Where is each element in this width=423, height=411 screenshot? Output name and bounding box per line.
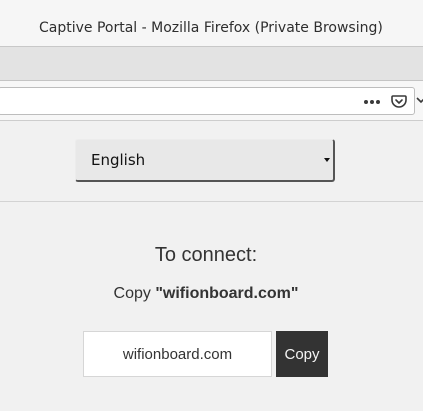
- language-select-value: English: [91, 151, 146, 169]
- captive-portal-page: English To connect: Copy "wifionboard.co…: [0, 121, 423, 411]
- dropdown-arrow-icon: [324, 158, 330, 162]
- pocket-icon[interactable]: [391, 93, 407, 109]
- window-title: Captive Portal - Mozilla Firefox (Privat…: [39, 20, 383, 36]
- url-bar[interactable]: [0, 87, 415, 115]
- domain-field[interactable]: [83, 331, 272, 377]
- overflow-chevron-icon[interactable]: [416, 95, 423, 105]
- copy-instruction-domain: "wifionboard.com": [155, 285, 299, 302]
- connect-heading: To connect:: [154, 244, 258, 266]
- copy-instruction: Copy "wifionboard.com": [0, 285, 412, 303]
- navigation-toolbar: [0, 81, 423, 121]
- page-actions-icon[interactable]: [363, 93, 387, 109]
- window-titlebar: Captive Portal - Mozilla Firefox (Privat…: [0, 0, 423, 47]
- language-bar: English: [0, 121, 423, 202]
- copy-button[interactable]: Copy: [276, 331, 328, 377]
- tab-strip: [0, 47, 423, 81]
- copy-instruction-prefix: Copy: [113, 285, 156, 302]
- language-select[interactable]: English: [75, 139, 335, 182]
